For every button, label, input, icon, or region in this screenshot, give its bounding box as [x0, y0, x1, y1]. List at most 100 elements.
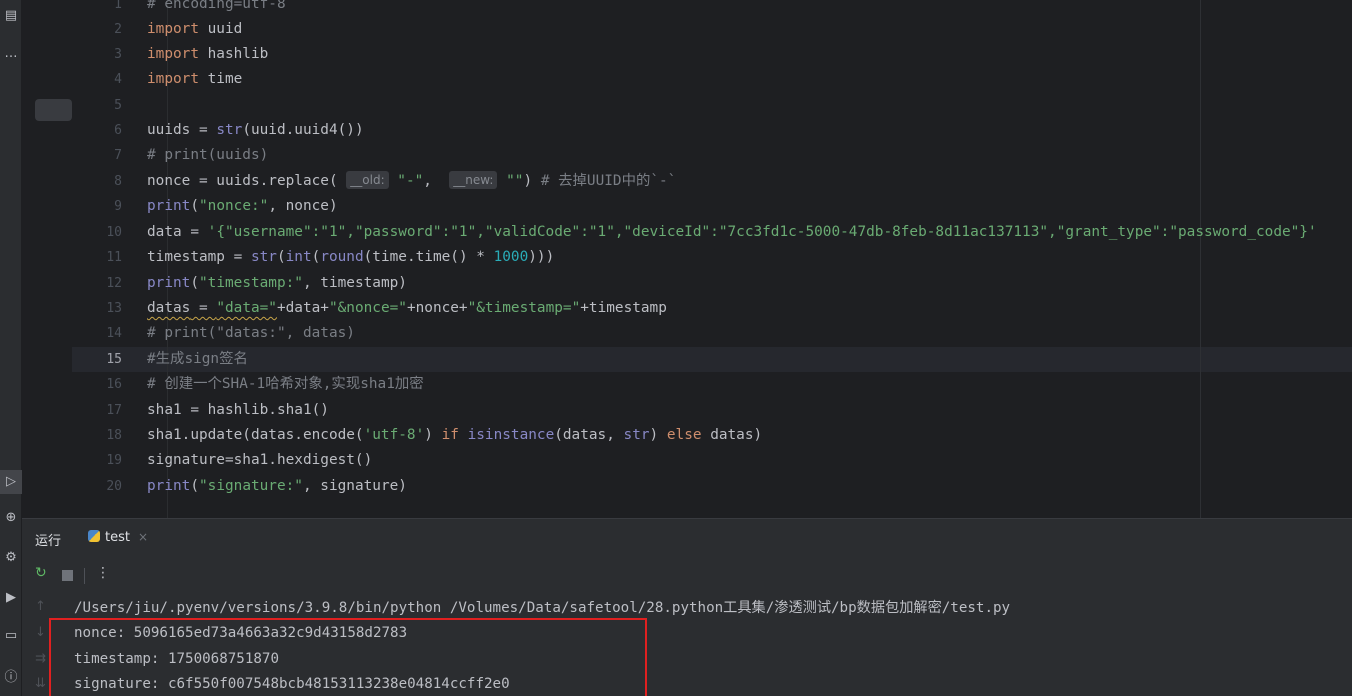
keyword: else	[666, 427, 702, 443]
scroll-to-end-icon[interactable]: ⇊	[35, 676, 46, 691]
run-toolbar: ↻ ⋮	[22, 559, 1352, 591]
string: "nonce:"	[199, 198, 269, 214]
code-text: datas	[147, 300, 191, 316]
builtin: str	[250, 249, 277, 265]
code-text: +data+	[276, 300, 329, 316]
string: "timestamp:"	[199, 275, 303, 291]
parameter-hint: __old:	[346, 171, 389, 189]
string: "&nonce="	[328, 300, 407, 316]
line-number-current: 15	[106, 352, 122, 367]
scroll-down-icon[interactable]: ↓	[35, 625, 46, 640]
code-text: , timestamp)	[302, 275, 407, 291]
rerun-icon[interactable]: ↻	[35, 565, 47, 581]
toolbar-divider	[84, 568, 85, 584]
builtin: isinstance	[467, 427, 555, 443]
string: "&timestamp="	[467, 300, 581, 316]
code-line-19: signature=sha1.hexdigest()	[147, 448, 372, 473]
code-line-17: sha1 = hashlib.sha1()	[147, 398, 329, 423]
code-line-20: print("signature:", signature)	[147, 474, 407, 499]
line-number: 17	[106, 403, 122, 418]
close-icon[interactable]: ×	[138, 530, 148, 544]
line-number: 16	[106, 377, 122, 392]
builtin: round	[320, 249, 364, 265]
keyword: import	[147, 46, 199, 62]
code-text: signature=sha1.hexdigest()	[147, 452, 373, 468]
code-text: (	[276, 249, 286, 265]
string: "signature:"	[199, 478, 303, 494]
builtin: print	[147, 275, 191, 291]
services-icon[interactable]: ⚙	[0, 550, 22, 565]
number: 1000	[493, 249, 529, 265]
string: 'utf-8'	[363, 427, 425, 443]
code-text: )))	[528, 249, 555, 265]
comment: # print(uuids)	[147, 147, 269, 163]
code-text: )	[649, 427, 667, 443]
line-number: 14	[106, 326, 122, 341]
code-line-11: timestamp = str(int(round(time.time() * …	[147, 245, 554, 270]
builtin: print	[147, 198, 191, 214]
line-number-gutter: 1 2 3 4 5 6 7 8 9 10 11 12 13 14 15 16 1…	[72, 0, 147, 518]
scroll-up-icon[interactable]: ↑	[35, 599, 46, 614]
more-options-icon[interactable]: ⋮	[96, 565, 110, 581]
code-line-12: print("timestamp:", timestamp)	[147, 271, 407, 296]
module-name: hashlib	[198, 46, 269, 62]
code-text: +nonce+	[406, 300, 468, 316]
stop-icon[interactable]	[62, 570, 73, 581]
code-text: , signature)	[302, 478, 407, 494]
run-panel-header: 运行 test ×	[22, 519, 1352, 559]
code-text: =	[190, 300, 217, 316]
comment: # 创建一个SHA-1哈希对象,实现sha1加密	[147, 376, 424, 392]
run-tab-label: test	[105, 530, 130, 545]
code-line-1: # encoding=utf-8	[147, 0, 286, 17]
line-number: 18	[106, 428, 122, 443]
tool-window-strip: ▤ … ▷ ⊕ ⚙ ▶ ▭ ⓘ	[0, 0, 22, 696]
code-line-2: import uuid	[147, 17, 242, 42]
code-text: (uuid.uuid4())	[242, 122, 364, 138]
code-text: (	[190, 198, 199, 214]
code-text: (	[190, 478, 199, 494]
builtin: int	[285, 249, 312, 265]
code-text: datas)	[701, 427, 763, 443]
builtin: str	[216, 122, 243, 138]
debug-icon[interactable]: ▶	[0, 590, 22, 605]
structure-icon[interactable]: ▤	[0, 8, 22, 23]
line-number: 12	[106, 276, 122, 291]
code-text: (datas,	[554, 427, 624, 443]
comment: # encoding=utf-8	[147, 0, 286, 12]
line-number: 5	[114, 98, 122, 113]
fold-marker[interactable]	[35, 99, 72, 121]
run-tab-test[interactable]: test ×	[88, 530, 148, 545]
problems-icon[interactable]: ⓘ	[0, 666, 22, 685]
code-text: nonce = uuids.replace(	[147, 173, 347, 189]
comment: # print("datas:", datas)	[147, 325, 355, 341]
soft-wrap-icon[interactable]: ⇉	[35, 651, 46, 666]
line-number: 2	[114, 22, 122, 37]
code-lines[interactable]: # encoding=utf-8 import uuid import hash…	[147, 0, 1352, 518]
code-line-7: # print(uuids)	[147, 143, 268, 168]
code-line-4: import time	[147, 67, 242, 92]
code-text: data =	[147, 224, 208, 240]
line-number: 3	[114, 47, 122, 62]
line-number: 6	[114, 123, 122, 138]
more-icon[interactable]: …	[0, 46, 22, 61]
module-name: uuid	[198, 21, 243, 37]
terminal-icon[interactable]: ▭	[0, 628, 22, 643]
editor-left-gutter	[22, 0, 72, 518]
line-number: 19	[106, 453, 122, 468]
builtin: print	[147, 478, 191, 494]
warning-underline[interactable]: datas = "data="	[147, 300, 277, 316]
code-text: timestamp =	[147, 249, 251, 265]
python-packages-icon[interactable]: ⊕	[0, 510, 22, 525]
code-line-6: uuids = str(uuid.uuid4())	[147, 118, 364, 143]
keyword: if	[441, 427, 459, 443]
code-line-13: datas = "data="+data+"&nonce="+nonce+"&t…	[147, 296, 667, 321]
code-text: (	[311, 249, 321, 265]
code-editor[interactable]: 1 2 3 4 5 6 7 8 9 10 11 12 13 14 15 16 1…	[22, 0, 1352, 518]
code-text: +timestamp	[580, 300, 667, 316]
builtin: str	[623, 427, 650, 443]
red-annotation-box	[49, 618, 647, 696]
comment: #生成sign签名	[147, 351, 248, 367]
line-number: 11	[106, 250, 122, 265]
run-icon[interactable]: ▷	[0, 470, 22, 494]
